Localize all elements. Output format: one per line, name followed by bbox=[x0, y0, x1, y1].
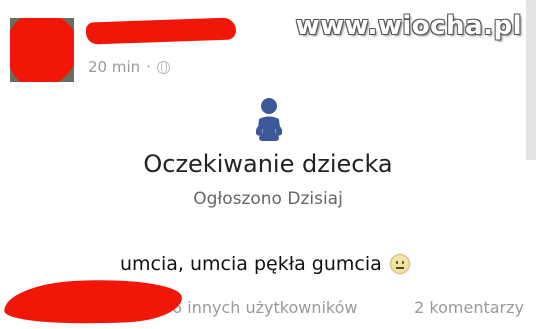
life-event-title[interactable]: Oczekiwanie dziecka bbox=[0, 150, 536, 178]
status-text: umcia, umcia pękła gumcia bbox=[120, 253, 382, 275]
likers-censored bbox=[2, 275, 184, 329]
censor-scribble bbox=[10, 18, 74, 82]
author-name-censored[interactable] bbox=[85, 17, 237, 45]
baby-icon bbox=[256, 98, 282, 141]
comments-count[interactable]: 2 komentarzy bbox=[414, 298, 524, 317]
post-meta: 20 min · bbox=[88, 58, 170, 76]
meta-separator: · bbox=[146, 58, 151, 76]
post-timestamp[interactable]: 20 min bbox=[88, 58, 140, 76]
scrollbar[interactable] bbox=[526, 0, 536, 160]
status-line: umcia, umcia pękła gumcia bbox=[120, 253, 410, 275]
likes-summary[interactable]: 6 innych użytkowników bbox=[172, 298, 358, 317]
watermark: www.wiocha.pl bbox=[295, 11, 522, 41]
life-event-subtitle: Ogłoszono Dzisiaj bbox=[193, 189, 343, 209]
neutral-face-icon bbox=[389, 254, 410, 274]
avatar[interactable] bbox=[10, 18, 74, 82]
globe-icon bbox=[156, 60, 170, 74]
